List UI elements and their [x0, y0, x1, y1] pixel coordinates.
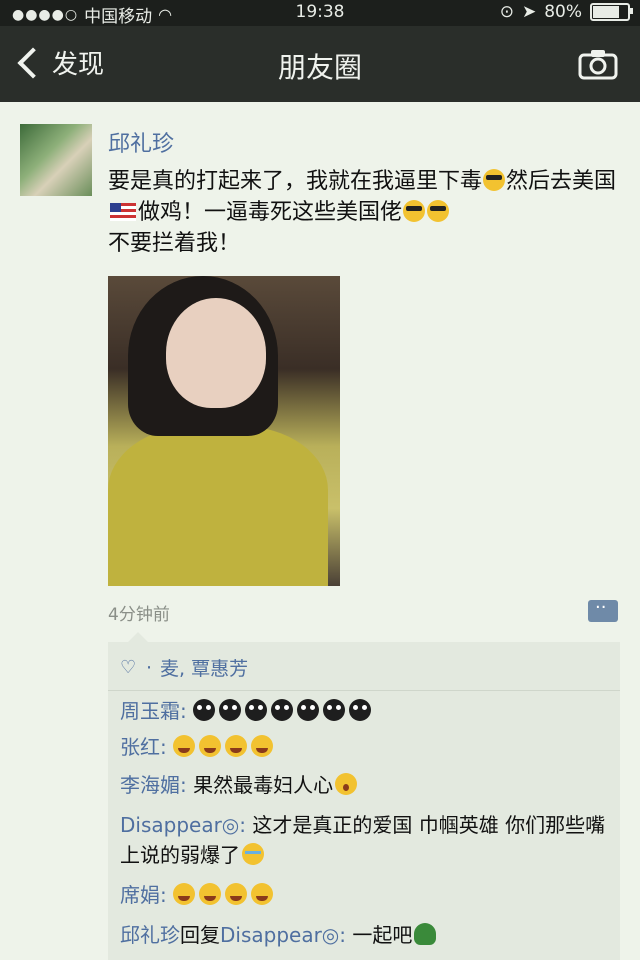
- comment-button[interactable]: [588, 597, 618, 622]
- comment-item[interactable]: 邱礼珍回复Disappear◎: 一起吧: [120, 920, 610, 950]
- devil-emoji-icon: [245, 699, 268, 721]
- turtle-emoji-icon: [414, 923, 437, 945]
- likes-dot: ·: [146, 656, 153, 679]
- devil-emoji-icon: [323, 699, 346, 721]
- laugh-emoji-icon: [251, 883, 274, 905]
- shock-emoji-icon: [335, 773, 358, 795]
- sunglasses-emoji-icon: [483, 169, 506, 191]
- devil-emoji-icon: [219, 699, 242, 721]
- post-text: 要是真的打起来了，我就在我逼里下毒 然后去美国做鸡！一逼毒死这些美国佬不要拦着我！: [108, 166, 618, 259]
- comment-sep: :: [160, 883, 174, 907]
- heart-icon: ♡: [120, 656, 137, 678]
- post-text-part: 不要拦着我！: [108, 231, 241, 256]
- sunglasses-emoji-icon: [427, 200, 450, 222]
- post-text-part: 然后去美国: [506, 169, 617, 194]
- likes-row: ♡ · 麦, 覃惠芳: [120, 654, 248, 681]
- post-text-part: 做鸡！一逼毒死这些美国佬: [138, 200, 403, 225]
- comment-sep: :: [180, 699, 194, 723]
- comment-text: 一起吧: [352, 923, 413, 947]
- photo-subject-face: [166, 298, 266, 408]
- comment-author[interactable]: 周玉霜: [120, 699, 180, 723]
- comment-emojis: [193, 699, 372, 721]
- comment-author[interactable]: 李海媚: [120, 773, 180, 797]
- comments-panel: ♡ · 麦, 覃惠芳 周玉霜: 张红: 李海媚: 果然最毒妇人心 Disappe…: [108, 632, 620, 960]
- reply-target[interactable]: Disappear◎: [220, 923, 339, 947]
- post-photo[interactable]: [108, 276, 340, 586]
- comment-emojis: [173, 883, 274, 905]
- comment-sep: :: [239, 813, 253, 837]
- comment-emojis: [173, 735, 274, 757]
- nav-bar: 发现 朋友圈: [0, 26, 640, 102]
- comment-item[interactable]: 席娟:: [120, 880, 610, 910]
- post-author[interactable]: 邱礼珍: [108, 126, 174, 158]
- laugh-emoji-icon: [225, 735, 248, 757]
- rotation-lock-icon: ⊙: [499, 2, 514, 22]
- moments-post: 邱礼珍 要是真的打起来了，我就在我逼里下毒 然后去美国做鸡！一逼毒死这些美国佬不要…: [0, 102, 640, 960]
- likes-names[interactable]: 麦, 覃惠芳: [160, 654, 248, 681]
- comment-text: 果然最毒妇人心: [193, 773, 334, 797]
- laugh-emoji-icon: [225, 883, 248, 905]
- laugh-emoji-icon: [173, 883, 196, 905]
- avatar[interactable]: [20, 124, 92, 196]
- comment-author[interactable]: Disappear◎: [120, 813, 239, 837]
- post-text-part: 要是真的打起来了，我就在我逼里下毒: [108, 169, 483, 194]
- comment-author[interactable]: 张红: [120, 735, 160, 759]
- us-flag-icon: [110, 203, 136, 221]
- photo-subject-shirt: [108, 426, 328, 586]
- camera-icon[interactable]: [578, 48, 618, 80]
- battery-fill: [593, 6, 619, 18]
- comment-author[interactable]: 席娟: [120, 883, 160, 907]
- location-icon: ➤: [521, 2, 537, 22]
- post-timestamp: 4分钟前: [108, 605, 170, 625]
- sunglasses-emoji-icon: [403, 200, 426, 222]
- comment-item[interactable]: 李海媚: 果然最毒妇人心: [120, 770, 610, 800]
- reply-word: 回复: [180, 923, 220, 947]
- devil-emoji-icon: [349, 699, 372, 721]
- comment-sep: :: [160, 735, 174, 759]
- battery-icon: [590, 3, 633, 21]
- status-bar: ●●●●○ 中国移动 ◠ 19:38 ⊙ ➤ 80%: [0, 0, 640, 27]
- comment-author[interactable]: 邱礼珍: [120, 923, 180, 947]
- comment-sep: :: [339, 923, 353, 947]
- divider: [108, 690, 620, 691]
- laugh-emoji-icon: [251, 735, 274, 757]
- comment-item[interactable]: 张红:: [120, 732, 610, 762]
- laugh-emoji-icon: [199, 883, 222, 905]
- laugh-cry-emoji-icon: [242, 843, 264, 865]
- status-right: ⊙ ➤ 80%: [499, 2, 633, 22]
- laugh-emoji-icon: [173, 735, 196, 757]
- comment-sep: :: [180, 773, 194, 797]
- page-title: 朋友圈: [277, 51, 362, 84]
- devil-emoji-icon: [297, 699, 320, 721]
- comment-item[interactable]: Disappear◎: 这才是真正的爱国 巾帼英雄 你们那些嘴上说的弱爆了: [120, 810, 610, 870]
- battery-percent: 80%: [544, 2, 582, 22]
- laugh-emoji-icon: [199, 735, 222, 757]
- devil-emoji-icon: [271, 699, 294, 721]
- devil-emoji-icon: [193, 699, 216, 721]
- comment-item[interactable]: 周玉霜:: [120, 696, 610, 726]
